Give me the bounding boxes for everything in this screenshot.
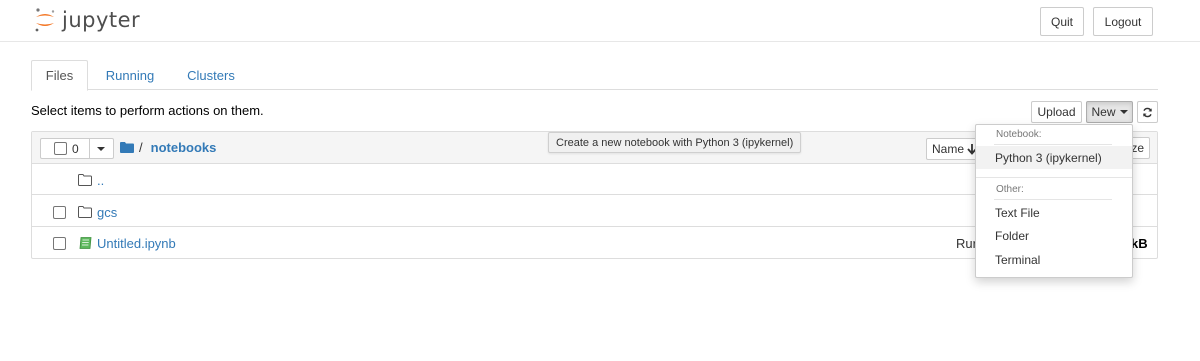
notebook-icon [79,237,92,249]
new-dropdown-button[interactable]: New [1086,101,1133,123]
folder-home-icon[interactable] [120,142,134,153]
new-dropdown-menu: Notebook: Python 3 (ipykernel) Other: Te… [975,124,1133,278]
selected-count: 0 [72,142,79,156]
caret-down-icon [1119,110,1128,114]
menu-item-terminal[interactable]: Terminal [976,248,1132,271]
section-divider [994,144,1112,145]
instruction-text: Select items to perform actions on them. [31,103,264,118]
tab-clusters[interactable]: Clusters [175,60,247,90]
item-size: kB [1131,236,1148,251]
sort-by-name-button[interactable]: Name [926,138,978,160]
notebook-section-header: Notebook: [996,129,1042,140]
item-name[interactable]: Untitled.ipynb [97,236,176,251]
folder-icon [78,206,92,218]
item-name[interactable]: gcs [97,205,117,220]
refresh-button[interactable] [1137,101,1158,123]
other-section-header: Other: [996,184,1024,195]
jupyter-logo[interactable]: jupyter [33,5,140,35]
folder-icon [78,174,92,186]
new-notebook-tooltip: Create a new notebook with Python 3 (ipy… [548,132,802,153]
sort-label: Name [932,142,965,156]
app-header: jupyter Quit Logout [0,0,1200,42]
menu-item-text-file[interactable]: Text File [976,201,1132,224]
upload-button[interactable]: Upload [1031,101,1082,123]
breadcrumb: / notebooks [120,140,216,155]
select-all-dropdown[interactable]: 0 [40,138,114,159]
item-status: Rur [956,236,977,251]
tab-files[interactable]: Files [31,60,88,91]
hidden-button-label: ze [1131,141,1144,155]
breadcrumb-root[interactable]: / [139,140,143,155]
select-divider [89,139,90,158]
new-button-label: New [1091,105,1116,119]
select-caret-icon[interactable] [97,147,105,151]
logout-button[interactable]: Logout [1093,7,1153,36]
menu-item-folder[interactable]: Folder [976,224,1132,247]
jupyter-logo-icon [35,8,55,32]
refresh-icon [1143,107,1152,117]
tab-bar: Files Running Clusters [31,60,1158,91]
select-all-checkbox[interactable] [54,142,67,155]
breadcrumb-notebooks[interactable]: notebooks [151,140,217,155]
item-checkbox[interactable] [53,237,66,250]
menu-item-python3[interactable]: Python 3 (ipykernel) [976,146,1132,169]
quit-button[interactable]: Quit [1040,7,1084,36]
menu-separator [976,177,1132,178]
item-checkbox[interactable] [53,206,66,219]
item-name[interactable]: .. [97,173,104,188]
section-divider [994,199,1112,200]
logo-text: jupyter [62,8,141,32]
tab-running[interactable]: Running [93,60,167,90]
